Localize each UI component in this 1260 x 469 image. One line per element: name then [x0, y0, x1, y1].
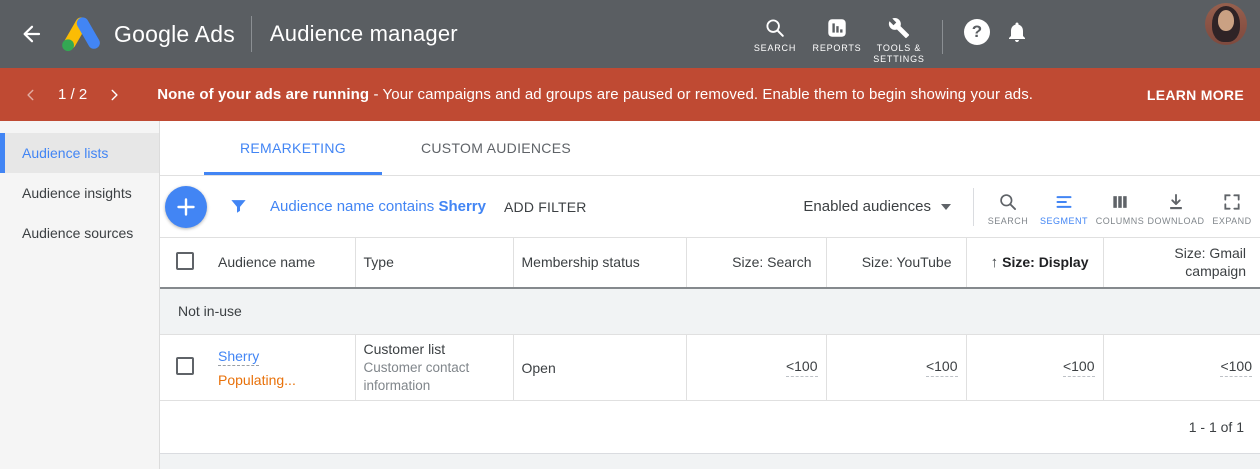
- tools-settings-nav-button[interactable]: TOOLS & SETTINGS: [868, 3, 930, 66]
- google-ads-audience-manager-window: Google Ads Audience manager SEARCH REPOR…: [0, 0, 1260, 469]
- alert-pager: 1 / 2: [58, 86, 87, 103]
- audience-status-dropdown[interactable]: Enabled audiences: [803, 198, 951, 215]
- toolbar-actions: Enabled audiences SEARCH: [803, 188, 1260, 226]
- alert-banner: 1 / 2 None of your ads are running - You…: [0, 68, 1260, 121]
- table-header-row: Audience name Type Membership status Siz…: [160, 238, 1260, 288]
- search-icon: [998, 192, 1018, 212]
- toolbar-divider: [973, 188, 974, 226]
- table-columns-button[interactable]: COLUMNS: [1092, 188, 1148, 226]
- sidebar-item-audience-sources[interactable]: Audience sources: [0, 213, 159, 253]
- pagination-label: 1 - 1 of 1: [1189, 419, 1244, 435]
- group-row-not-in-use: Not in-use: [160, 288, 1260, 335]
- back-button[interactable]: [12, 14, 52, 54]
- add-filter-button[interactable]: ADD FILTER: [504, 199, 587, 215]
- sidebar-nav: Audience lists Audience insights Audienc…: [0, 121, 160, 469]
- size-youtube-cell: <100: [826, 335, 966, 401]
- filter-icon[interactable]: [229, 197, 248, 216]
- alert-message: None of your ads are running - Your camp…: [157, 86, 1033, 103]
- membership-status-cell: Open: [513, 335, 686, 401]
- alert-message-title: None of your ads are running: [157, 86, 369, 103]
- reports-nav-button[interactable]: REPORTS: [806, 3, 868, 54]
- header-divider: [942, 20, 943, 54]
- download-icon: [1166, 192, 1186, 212]
- bell-icon: [1005, 20, 1029, 44]
- column-header-size-display[interactable]: ↑Size: Display: [966, 238, 1103, 288]
- table-segment-button[interactable]: SEGMENT: [1036, 188, 1092, 226]
- user-avatar[interactable]: [1205, 3, 1247, 45]
- page-title: Audience manager: [270, 21, 458, 47]
- column-header-size-search[interactable]: Size: Search: [686, 238, 826, 288]
- page-background: [160, 454, 1260, 469]
- group-label: Not in-use: [160, 288, 1260, 335]
- help-icon: ?: [964, 19, 990, 45]
- dropdown-caret-icon: [941, 204, 951, 210]
- segment-icon: [1054, 192, 1074, 212]
- pagination-bar: 1 - 1 of 1: [160, 401, 1260, 454]
- audience-name-cell: Sherry Populating...: [210, 335, 355, 401]
- table-expand-button[interactable]: EXPAND: [1204, 188, 1260, 226]
- select-all-checkbox[interactable]: [176, 252, 194, 270]
- chevron-right-icon: [107, 88, 121, 102]
- wrench-icon: [888, 17, 910, 39]
- column-header-audience-name[interactable]: Audience name: [210, 238, 355, 288]
- size-search-cell: <100: [686, 335, 826, 401]
- audience-name-link[interactable]: Sherry: [218, 348, 259, 366]
- table-toolbar: Audience name contains Sherry ADD FILTER…: [160, 176, 1260, 237]
- google-ads-logo-icon[interactable]: [60, 15, 104, 53]
- create-audience-button[interactable]: [165, 186, 207, 228]
- type-cell: Customer list Customer contact informati…: [355, 335, 513, 401]
- sidebar-item-audience-insights[interactable]: Audience insights: [0, 173, 159, 213]
- column-header-size-youtube[interactable]: Size: YouTube: [826, 238, 966, 288]
- plus-icon: [174, 195, 198, 219]
- sidebar-item-audience-lists[interactable]: Audience lists: [0, 133, 159, 173]
- alert-message-detail: - Your campaigns and ad groups are pause…: [369, 86, 1033, 103]
- column-header-type[interactable]: Type: [355, 238, 513, 288]
- tab-custom-audiences[interactable]: CUSTOM AUDIENCES: [382, 121, 610, 175]
- columns-icon: [1110, 192, 1130, 212]
- search-icon: [764, 17, 786, 39]
- content-panel: REMARKETING CUSTOM AUDIENCES Audience na…: [160, 121, 1260, 469]
- previous-alert-button[interactable]: [18, 82, 44, 108]
- reports-icon: [826, 17, 848, 39]
- product-name: Google Ads: [114, 21, 235, 48]
- populating-status: Populating...: [218, 372, 347, 388]
- notifications-button[interactable]: [997, 12, 1037, 52]
- filter-value: Sherry: [438, 198, 486, 215]
- table-download-button[interactable]: DOWNLOAD: [1148, 188, 1204, 226]
- back-arrow-icon: [20, 22, 44, 46]
- expand-icon: [1222, 192, 1242, 212]
- audiences-table: Audience name Type Membership status Siz…: [160, 237, 1260, 401]
- next-alert-button[interactable]: [101, 82, 127, 108]
- size-gmail-cell: <100: [1103, 335, 1260, 401]
- header-divider: [251, 16, 252, 52]
- tab-bar: REMARKETING CUSTOM AUDIENCES: [160, 121, 1260, 176]
- table-search-button[interactable]: SEARCH: [980, 188, 1036, 226]
- sort-ascending-icon: ↑: [991, 254, 999, 271]
- column-header-membership-status[interactable]: Membership status: [513, 238, 686, 288]
- top-app-bar: Google Ads Audience manager SEARCH REPOR…: [0, 0, 1260, 68]
- search-nav-button[interactable]: SEARCH: [744, 3, 806, 54]
- chevron-left-icon: [24, 88, 38, 102]
- table-row: Sherry Populating... Customer list Custo…: [160, 335, 1260, 401]
- learn-more-link[interactable]: LEARN MORE: [1147, 87, 1244, 103]
- size-display-cell: <100: [966, 335, 1103, 401]
- header-actions: SEARCH REPORTS TOOLS & SETTINGS ?: [744, 3, 1260, 66]
- help-button[interactable]: ?: [957, 12, 997, 52]
- main-area: Audience lists Audience insights Audienc…: [0, 121, 1260, 469]
- column-header-size-gmail-campaign[interactable]: Size: Gmail campaign: [1103, 238, 1260, 288]
- tab-remarketing[interactable]: REMARKETING: [204, 121, 382, 175]
- active-filter-chip[interactable]: Audience name contains Sherry: [270, 198, 486, 215]
- row-checkbox[interactable]: [176, 357, 194, 375]
